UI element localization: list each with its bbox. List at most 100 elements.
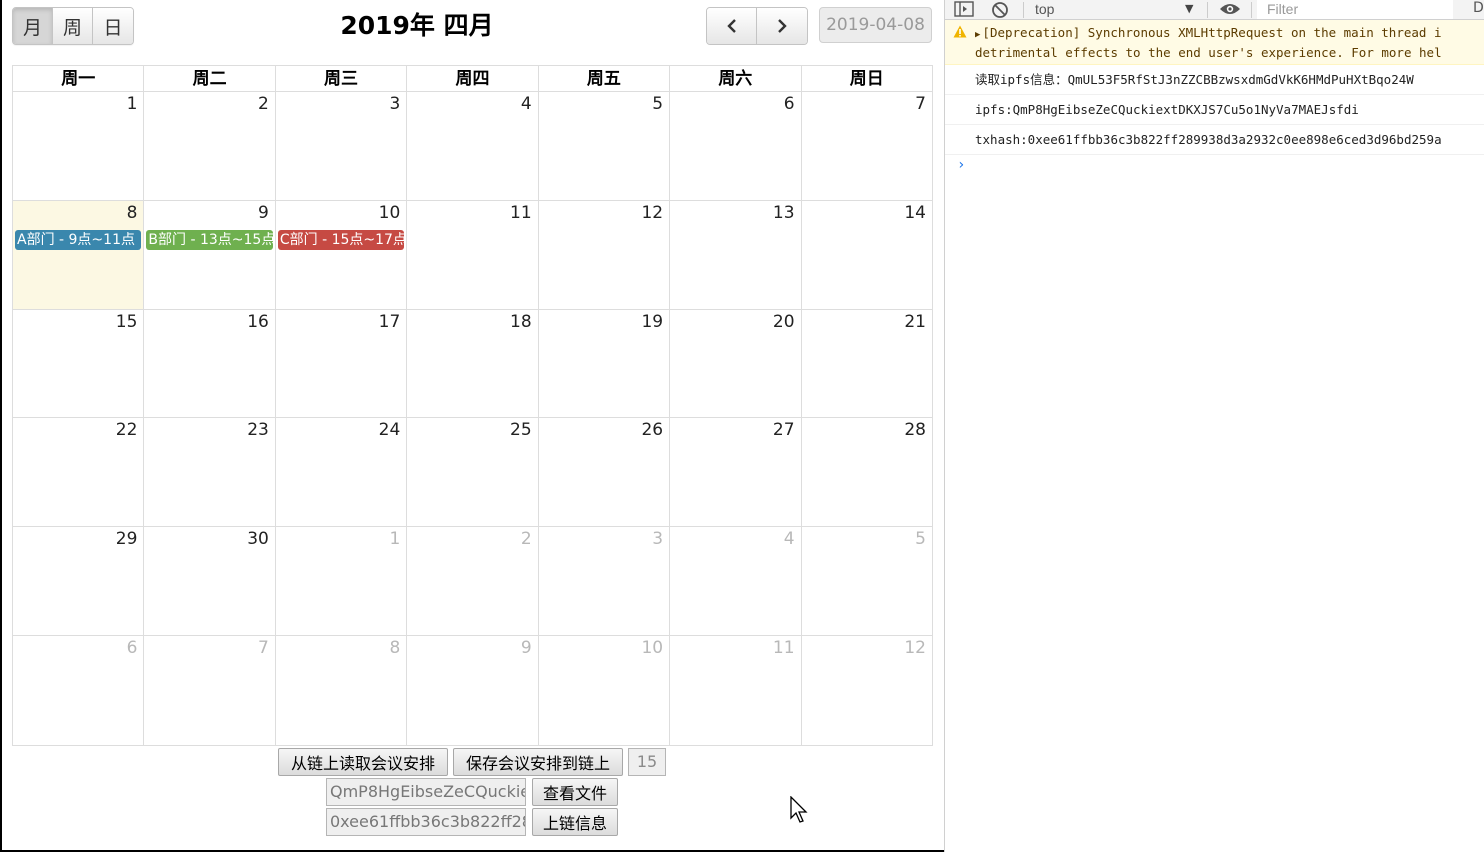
calendar-app: 月 周 日 2019年 四月 2019-04-08 周一 周二 周三 周四 周五 周六 周日…	[0, 0, 944, 852]
day-cell[interactable]: 23	[144, 418, 276, 527]
day-cell[interactable]: 21	[802, 310, 932, 418]
day-cell[interactable]: 12	[539, 200, 671, 309]
day-cell[interactable]: 2	[144, 92, 276, 200]
day-cell[interactable]: 3	[276, 92, 408, 200]
expand-arrow-icon[interactable]: ▶	[975, 30, 980, 40]
view-file-button[interactable]: 查看文件	[532, 778, 618, 806]
day-cell[interactable]: 16	[144, 309, 276, 418]
day-cell[interactable]: 29	[13, 527, 145, 635]
day-number: 23	[247, 420, 269, 441]
day-cell[interactable]: 10 C部门 - 15点~17点	[276, 200, 408, 309]
save-to-chain-button[interactable]: 保存会议安排到链上	[453, 748, 623, 776]
week-row: 22 23 24 25 26 27 28	[13, 418, 932, 528]
day-cell[interactable]: 11	[670, 635, 802, 745]
day-number: 11	[772, 637, 795, 658]
sidebar-toggle-icon[interactable]	[954, 1, 974, 17]
day-cell[interactable]: 5	[802, 527, 932, 635]
day-number: 3	[389, 94, 401, 114]
day-cell[interactable]: 25	[407, 418, 539, 527]
day-cell-today[interactable]: 8 A部门 - 9点~11点	[13, 200, 145, 309]
weekday-header: 周一	[13, 66, 145, 91]
calendar-nav	[706, 7, 808, 45]
day-number: 27	[772, 420, 795, 441]
day-cell[interactable]: 5	[539, 92, 671, 200]
eye-icon[interactable]	[1219, 2, 1241, 16]
today-button[interactable]: 2019-04-08	[819, 7, 932, 43]
calendar-title: 2019年 四月	[340, 11, 494, 40]
day-cell[interactable]: 1	[276, 527, 408, 635]
day-cell[interactable]: 17	[276, 309, 408, 418]
day-cell[interactable]: 18	[407, 309, 539, 418]
day-cell[interactable]: 3	[539, 527, 671, 635]
day-number: 7	[258, 637, 269, 658]
prev-month-button[interactable]	[707, 8, 757, 44]
clear-console-icon[interactable]	[991, 1, 1009, 19]
day-cell[interactable]: 8	[276, 635, 408, 745]
view-day-button[interactable]: 日	[93, 8, 133, 44]
day-cell[interactable]: 26	[539, 418, 671, 527]
day-cell[interactable]: 9 B部门 - 13点~15点	[144, 200, 276, 309]
console-filter-input[interactable]: Filter	[1257, 0, 1453, 19]
day-cell[interactable]: 7	[144, 635, 276, 745]
day-number: 13	[772, 202, 795, 223]
day-number: 24	[378, 420, 401, 441]
day-cell[interactable]: 24	[276, 418, 408, 527]
calendar-event[interactable]: C部门 - 15点~17点	[277, 229, 405, 250]
day-cell[interactable]: 6	[670, 92, 802, 200]
view-month-button[interactable]: 月	[13, 8, 53, 44]
calendar-event[interactable]: A部门 - 9点~11点	[15, 229, 142, 250]
day-number: 5	[915, 529, 926, 550]
day-number: 18	[510, 311, 532, 332]
day-number: 4	[783, 529, 795, 550]
day-number: 6	[126, 637, 138, 658]
view-week-button[interactable]: 周	[53, 8, 93, 44]
day-number: 2	[520, 529, 532, 550]
console-warning: ▶ [Deprecation] Synchronous XMLHttpReques…	[945, 20, 1484, 65]
day-cell[interactable]: 9	[407, 635, 539, 745]
calendar-event[interactable]: B部门 - 13点~15点	[146, 229, 273, 250]
day-cell[interactable]: 2	[407, 527, 539, 635]
day-cell[interactable]: 4	[670, 527, 802, 635]
day-cell[interactable]: 20	[670, 309, 802, 418]
console-log-ipfs: ipfs:QmP8HgEibseZeCQuckiextDKXJS7Cu5o1Ny…	[945, 95, 1484, 125]
count-field[interactable]: 15	[628, 748, 666, 776]
next-month-button[interactable]	[757, 8, 807, 44]
read-from-chain-button[interactable]: 从链上读取会议安排	[278, 748, 448, 776]
day-cell[interactable]: 7	[802, 92, 932, 200]
context-dropdown-icon[interactable]: ▼	[1185, 2, 1193, 15]
day-number: 6	[783, 94, 795, 114]
day-cell[interactable]: 28	[802, 418, 932, 526]
day-cell[interactable]: 30	[144, 527, 276, 635]
day-cell[interactable]: 12	[802, 636, 932, 745]
day-number: 12	[904, 637, 926, 658]
day-number: 15	[115, 311, 138, 332]
txhash-field[interactable]: 0xee61ffbb36c3b822ff28993	[326, 808, 526, 836]
toolbar-overflow-label[interactable]: D	[1473, 0, 1484, 16]
day-cell[interactable]: 4	[407, 92, 539, 200]
console-prompt[interactable]: ›	[945, 155, 1484, 173]
ipfs-hash-field[interactable]: QmP8HgEibseZeCQuckiext	[326, 778, 526, 806]
day-cell[interactable]: 10	[539, 635, 671, 745]
day-cell[interactable]: 11	[407, 200, 539, 309]
day-cell[interactable]: 14	[802, 201, 932, 309]
context-selector[interactable]: top	[1035, 0, 1054, 18]
weekday-header: 周三	[276, 66, 408, 91]
day-number: 14	[904, 202, 926, 223]
day-number: 17	[378, 311, 401, 332]
day-cell[interactable]: 22	[13, 418, 145, 527]
day-number: 20	[772, 311, 795, 332]
weeks-container: 1 2 3 4 5 6 7 8 A部门 - 9点~11点 9 B部门 - 13点~15点 10 C部门 …	[13, 92, 932, 745]
day-number: 8	[126, 202, 138, 223]
week-row: 1 2 3 4 5 6 7	[13, 92, 932, 201]
day-cell[interactable]: 6	[13, 635, 145, 745]
day-cell[interactable]: 27	[670, 418, 802, 527]
day-cell[interactable]: 1	[13, 92, 145, 200]
day-cell[interactable]: 13	[670, 200, 802, 309]
toolbar-separator	[1207, 2, 1208, 18]
view-switcher: 月 周 日	[12, 7, 134, 45]
month-grid: 周一 周二 周三 周四 周五 周六 周日 1 2 3 4 5 6 7 8 A部门 - 9点~11点 9 B部门 …	[12, 65, 933, 746]
warning-icon	[953, 25, 967, 38]
chain-info-button[interactable]: 上链信息	[532, 808, 618, 836]
day-cell[interactable]: 15	[13, 309, 145, 418]
day-cell[interactable]: 19	[539, 309, 671, 418]
